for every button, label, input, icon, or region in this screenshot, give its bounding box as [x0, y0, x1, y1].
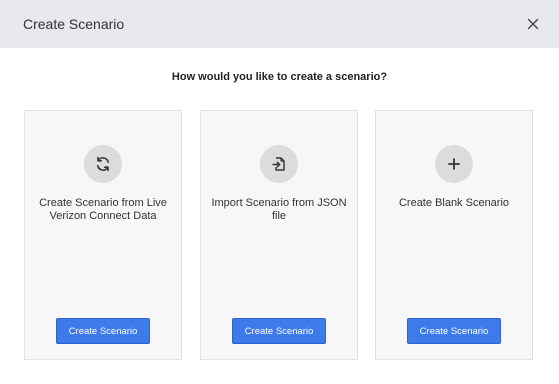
option-description: Create Blank Scenario — [398, 197, 510, 209]
create-scenario-import-button[interactable]: Create Scenario — [232, 318, 326, 344]
option-card-live-data: Create Scenario from Live Verizon Connec… — [24, 110, 182, 360]
plus-icon — [435, 145, 473, 183]
option-card-blank: Create Blank Scenario Create Scenario — [375, 110, 533, 360]
dialog-question: How would you like to create a scenario? — [171, 71, 388, 83]
create-scenario-live-data-button[interactable]: Create Scenario — [56, 318, 150, 344]
refresh-icon — [84, 145, 122, 183]
option-card-import-json: Import Scenario from JSON file Create Sc… — [200, 110, 358, 360]
create-scenario-blank-button[interactable]: Create Scenario — [407, 318, 501, 344]
dialog-header: Create Scenario — [0, 0, 559, 48]
file-import-icon — [260, 145, 298, 183]
close-icon — [527, 18, 539, 30]
option-description: Create Scenario from Live Verizon Connec… — [39, 197, 167, 222]
dialog-title: Create Scenario — [23, 16, 125, 32]
create-scenario-dialog: Create Scenario How would you like to cr… — [0, 0, 559, 384]
close-button[interactable] — [523, 14, 543, 34]
option-description: Import Scenario from JSON file — [211, 197, 347, 222]
